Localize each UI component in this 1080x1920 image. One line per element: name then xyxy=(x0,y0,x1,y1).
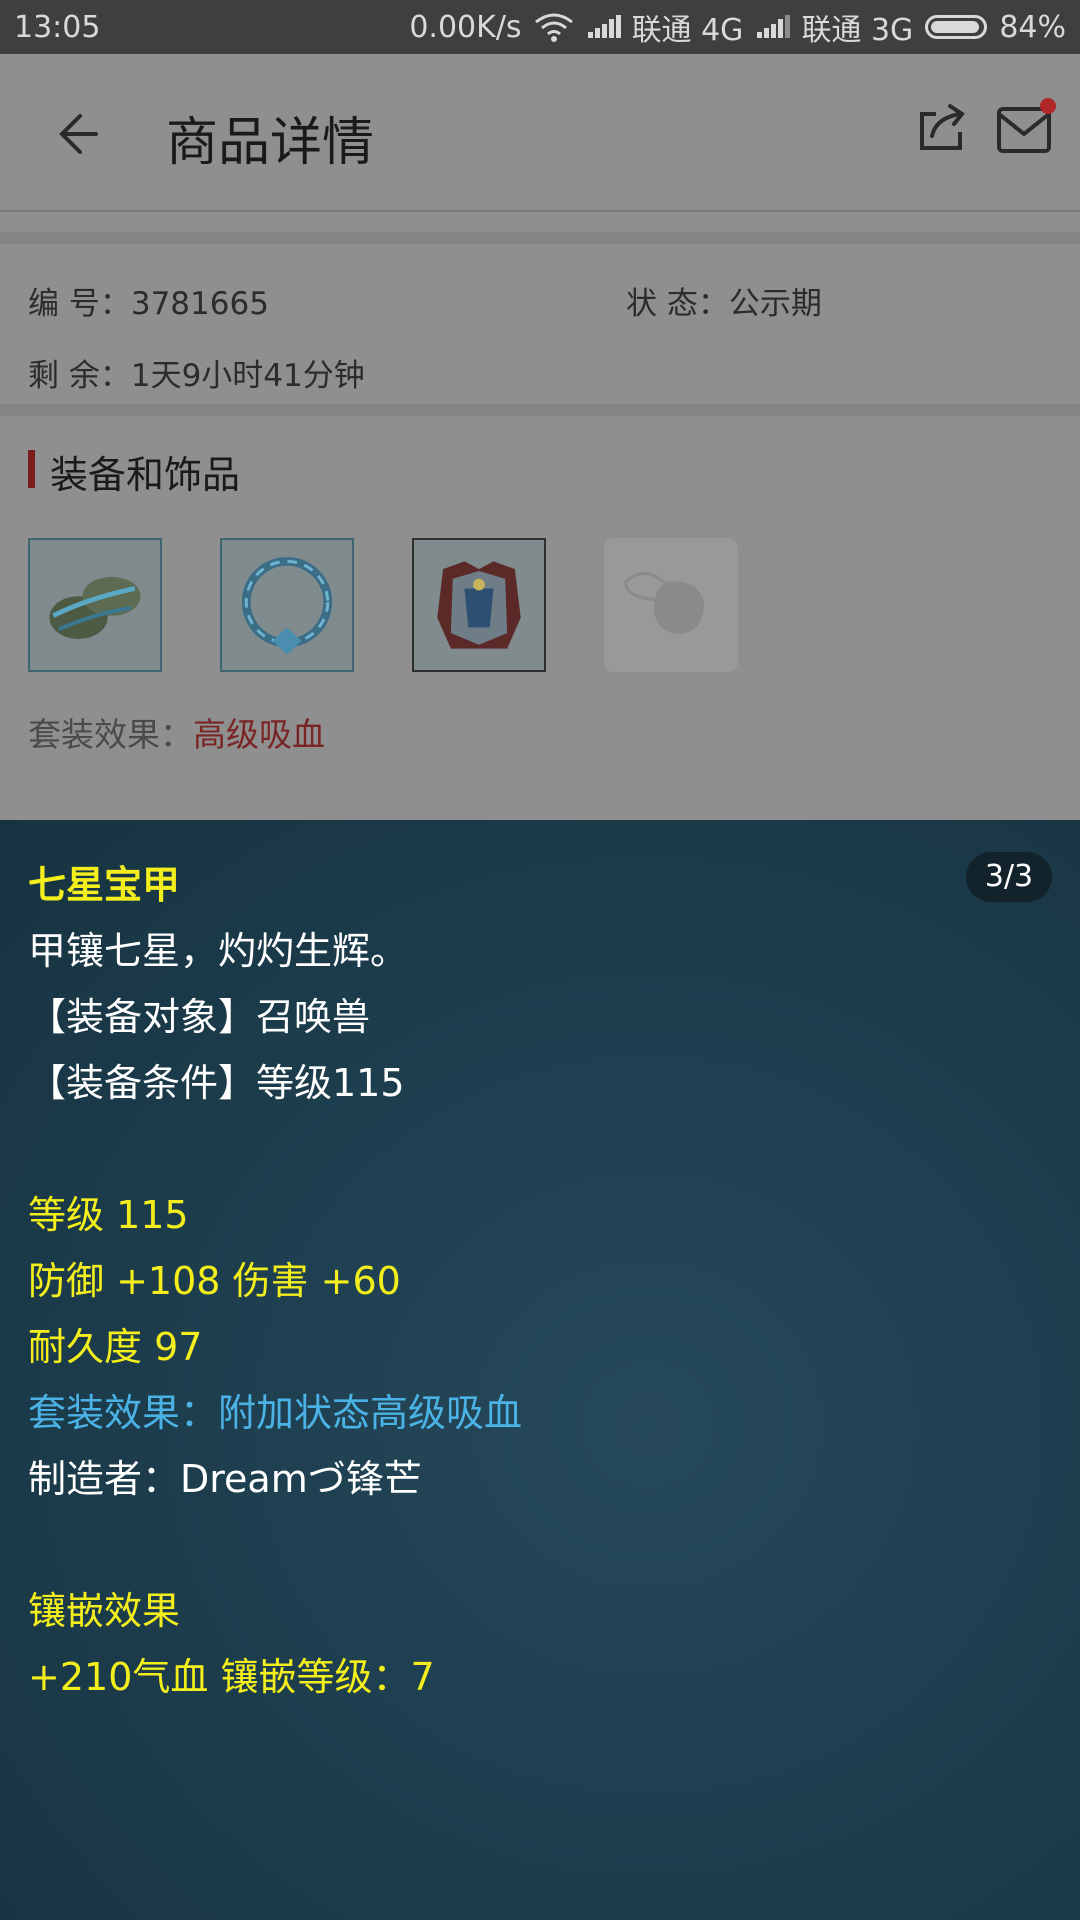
carrier-1: 联通 4G xyxy=(631,13,744,48)
divider xyxy=(0,232,1080,244)
share-icon[interactable] xyxy=(916,102,968,154)
item-requirement: 【装备条件】等级115 xyxy=(28,1061,405,1105)
section-accent-bar xyxy=(28,450,35,488)
notification-dot xyxy=(1040,98,1056,114)
listing-status: 状 态：公示期 xyxy=(626,278,822,323)
status-time: 13:05 xyxy=(14,9,101,45)
listing-id-value: 3781665 xyxy=(130,286,269,322)
armor-icon xyxy=(437,561,521,649)
suit-effect-value: 高级吸血 xyxy=(193,715,325,754)
equipment-slot-4[interactable] xyxy=(604,538,738,672)
divider xyxy=(0,404,1080,416)
signal-icon xyxy=(755,14,791,40)
item-maker: 制造者：Dreamづ锋芒 xyxy=(28,1457,422,1501)
listing-status-label: 状 态： xyxy=(626,286,729,322)
item-durability: 耐久度 97 xyxy=(28,1325,203,1369)
item-description: 甲镶七星，灼灼生辉。 xyxy=(28,929,409,973)
empty-slot-icon xyxy=(624,572,704,634)
section-title: 装备和饰品 xyxy=(50,453,241,497)
listing-remaining-label: 剩 余： xyxy=(28,358,131,394)
listing-id: 编 号：3781665 xyxy=(28,278,269,323)
signal-icon xyxy=(586,14,621,40)
item-level: 等级 115 xyxy=(28,1193,189,1237)
inlay-title: 镶嵌效果 xyxy=(28,1589,181,1633)
equipment-slot-1[interactable] xyxy=(28,538,162,672)
listing-id-label: 编 号： xyxy=(28,286,131,322)
equipment-slot-3[interactable] xyxy=(412,538,546,672)
inlay-value: +210气血 镶嵌等级：7 xyxy=(28,1655,435,1699)
page-title: 商品详情 xyxy=(166,113,375,173)
item-suit-effect: 套装效果：附加状态高级吸血 xyxy=(28,1391,523,1435)
item-name: 七星宝甲 xyxy=(28,863,181,907)
listing-info: 编 号：3781665 状 态：公示期 剩 余：1天9小时41分钟 xyxy=(0,246,1080,404)
equipment-slot-2[interactable] xyxy=(220,538,354,672)
listing-remaining: 剩 余：1天9小时41分钟 xyxy=(28,350,365,395)
carrier-2: 联通 3G xyxy=(801,13,914,48)
item-stats: 防御 +108 伤害 +60 xyxy=(28,1259,401,1303)
armguard-icon xyxy=(49,576,141,639)
item-target: 【装备对象】召唤兽 xyxy=(28,995,371,1039)
wifi-icon xyxy=(534,13,573,42)
listing-status-value: 公示期 xyxy=(728,286,822,322)
battery-icon xyxy=(925,15,988,39)
item-detail-panel[interactable]: 3/3 七星宝甲 甲镶七星，灼灼生辉。 【装备对象】召唤兽 【装备条件】等级11… xyxy=(0,820,1080,1920)
back-arrow-icon[interactable] xyxy=(48,104,108,164)
network-speed: 0.00K/s xyxy=(409,9,522,45)
suit-effect-label: 套装效果： xyxy=(28,715,193,754)
listing-remaining-value: 1天9小时41分钟 xyxy=(130,358,365,394)
suit-effect: 套装效果：高级吸血 xyxy=(28,708,325,756)
status-bar: 13:05 0.00K/s 联通 4G 联通 3G 84% xyxy=(0,0,1080,54)
battery-percent: 84% xyxy=(999,9,1066,45)
ring-icon xyxy=(241,556,333,655)
page-indicator: 3/3 xyxy=(966,852,1052,902)
equipment-section: 装备和饰品 套装效果：高级吸血 xyxy=(0,418,1080,820)
app-bar: 商品详情 xyxy=(0,54,1080,212)
